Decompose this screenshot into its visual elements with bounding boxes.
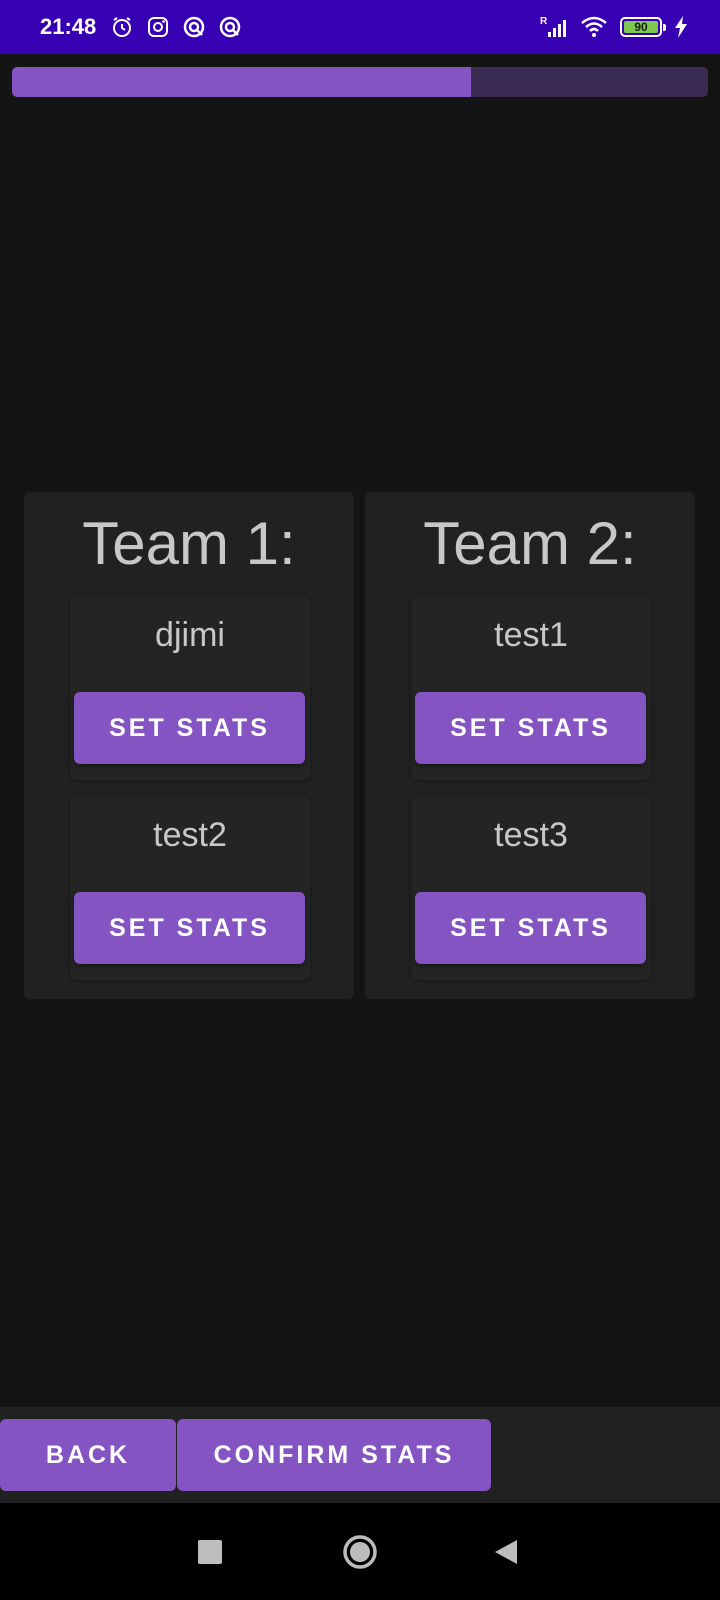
player-card: test3 SET STATS — [411, 796, 651, 980]
bottom-action-bar: BACK CONFIRM STATS — [0, 1407, 720, 1503]
player-name: test2 — [153, 816, 227, 854]
recents-button[interactable] — [150, 1503, 270, 1600]
progress-bar — [12, 67, 708, 97]
network-type-label: R — [540, 16, 548, 27]
back-button[interactable]: BACK — [0, 1419, 176, 1491]
battery-level: 90 — [624, 21, 658, 33]
status-time: 21:48 — [40, 14, 97, 39]
system-icons: R 90 — [540, 15, 688, 39]
player-card: test1 SET STATS — [411, 596, 651, 780]
nav-back-button[interactable] — [446, 1503, 566, 1600]
home-icon — [343, 1534, 377, 1569]
back-icon — [495, 1539, 517, 1564]
player-card: test2 SET STATS — [70, 796, 310, 980]
set-stats-button[interactable]: SET STATS — [74, 892, 305, 964]
notification-icons — [110, 15, 242, 39]
player-name: test3 — [494, 816, 568, 854]
recents-icon — [198, 1539, 222, 1564]
battery-icon: 90 — [620, 17, 666, 37]
player-card: djimi SET STATS — [70, 596, 310, 780]
signal-icon: R — [540, 15, 568, 39]
navigation-bar — [0, 1503, 720, 1600]
player-name: test1 — [494, 616, 568, 654]
home-button[interactable] — [300, 1503, 420, 1600]
progress-fill — [12, 67, 472, 97]
set-stats-button[interactable]: SET STATS — [74, 692, 305, 764]
team-title: Team 1: — [82, 510, 296, 577]
set-stats-button[interactable]: SET STATS — [415, 692, 646, 764]
wifi-icon — [580, 15, 608, 39]
confirm-stats-button[interactable]: CONFIRM STATS — [177, 1419, 491, 1491]
charging-icon — [674, 16, 688, 38]
set-stats-button[interactable]: SET STATS — [415, 892, 646, 964]
alarm-icon — [110, 15, 134, 39]
team-card: Team 1: djimi SET STATS test2 SET STATS — [24, 492, 354, 999]
status-bar: 21:48 R 90 — [0, 0, 720, 54]
player-name: djimi — [155, 616, 225, 654]
team-title: Team 2: — [423, 510, 637, 577]
app-notification-icon — [182, 15, 206, 39]
instagram-icon — [146, 15, 170, 39]
screen: 21:48 R 90 Team 1: djimi SET STATS test2… — [0, 0, 720, 1600]
app-notification-icon — [218, 15, 242, 39]
team-card: Team 2: test1 SET STATS test3 SET STATS — [365, 492, 695, 999]
